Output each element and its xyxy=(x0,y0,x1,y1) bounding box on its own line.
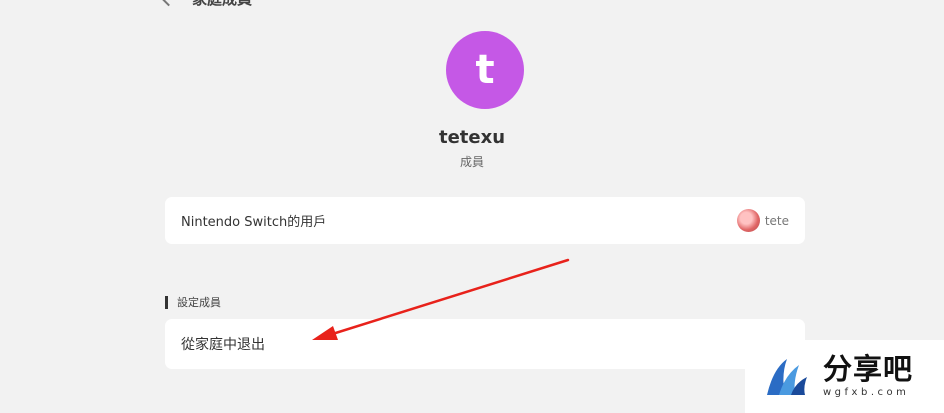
linked-account-name: tete xyxy=(764,213,789,228)
settings-section-heading: 設定成員 xyxy=(165,294,221,310)
leave-family-label: 從家庭中退出 xyxy=(181,337,265,353)
watermark-url: wgfxb.com xyxy=(823,387,910,398)
watermark-logo-icon xyxy=(767,358,807,395)
avatar-letter: t xyxy=(475,47,495,93)
switch-account-card[interactable]: Nintendo Switch的用戶 tete xyxy=(165,197,805,244)
page-title: 家庭成員 xyxy=(192,0,252,9)
avatar: t xyxy=(446,31,524,109)
user-name: tetexu xyxy=(438,127,506,148)
watermark-name: 分享吧 xyxy=(823,352,914,386)
settings-section-title: 設定成員 xyxy=(177,296,221,309)
header: 家庭成員 xyxy=(160,0,252,9)
leave-family-button[interactable]: 從家庭中退出 xyxy=(165,319,805,369)
section-bar xyxy=(165,295,168,309)
mii-avatar-icon xyxy=(736,209,760,232)
linked-account: tete xyxy=(736,209,789,232)
switch-account-label: Nintendo Switch的用戶 xyxy=(181,215,327,230)
watermark: 分享吧 wgfxb.com xyxy=(745,340,944,413)
back-chevron-icon[interactable] xyxy=(160,0,177,6)
user-role: 成員 xyxy=(459,155,484,169)
